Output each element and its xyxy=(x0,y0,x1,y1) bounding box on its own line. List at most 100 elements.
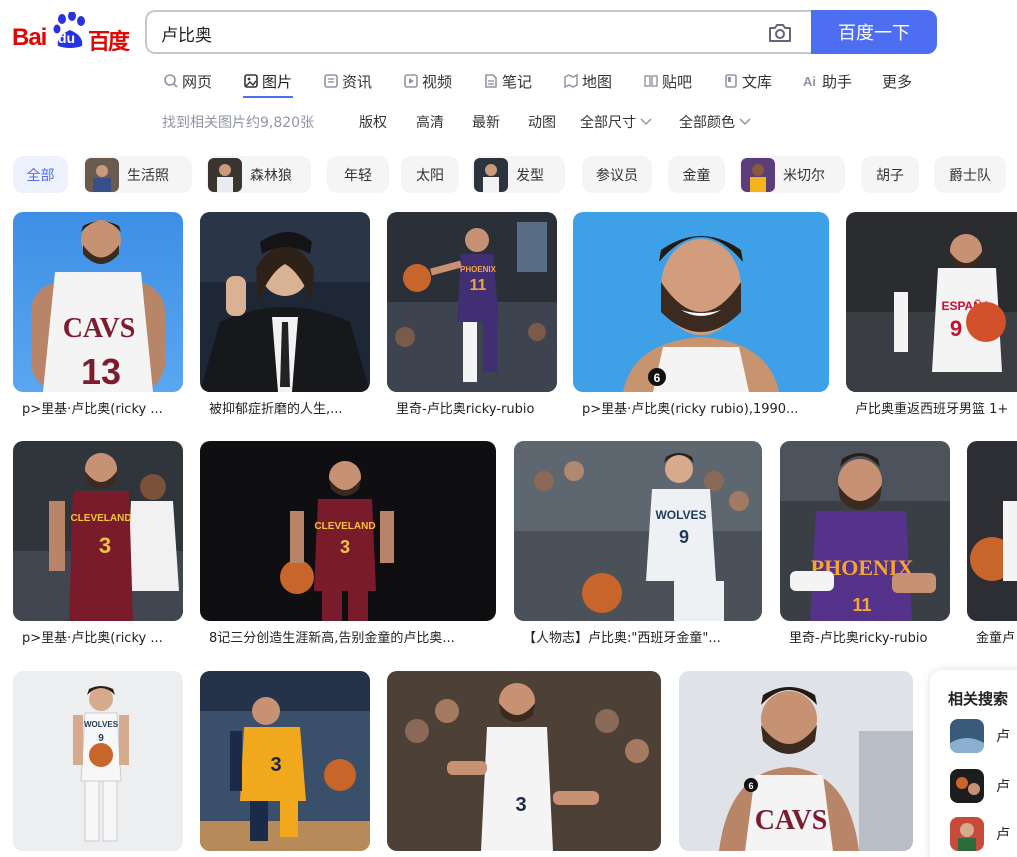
filter-label: 版权 xyxy=(359,115,387,131)
jersey-number: 6 xyxy=(748,781,753,791)
filter-latest[interactable]: 最新 xyxy=(472,112,500,132)
chip-beard[interactable]: 胡子 xyxy=(861,156,919,193)
filter-label: 动图 xyxy=(528,115,556,131)
tab-notes[interactable]: 笔记 xyxy=(483,66,532,96)
camera-icon[interactable] xyxy=(767,21,793,45)
related-search-title: 相关搜索 xyxy=(948,690,1009,708)
image-caption: 被抑郁症折磨的人生,... xyxy=(209,402,343,417)
chip-mitchell[interactable]: 米切尔 xyxy=(739,156,845,193)
chip-label: 爵士队 xyxy=(949,167,991,184)
tab-images[interactable]: 图片 xyxy=(243,66,292,96)
tab-video[interactable]: 视频 xyxy=(403,66,452,96)
tag-chips: 全部 生活照 森林狼 年轻 太阳 发型 参议员 金童 米切尔 胡子 爵士队 xyxy=(0,156,1017,196)
image-caption: p>里基·卢比奥(ricky ... xyxy=(22,402,163,417)
chip-young[interactable]: 年轻 xyxy=(327,156,389,193)
tab-label: 图片 xyxy=(262,72,293,91)
image-result[interactable]: WOLVES 9 xyxy=(13,671,183,851)
baidu-logo[interactable]: Bai du 百度 xyxy=(12,12,130,55)
player-photo: 6 xyxy=(573,212,829,392)
result-thumbnail: CAVS 13 xyxy=(13,212,183,392)
tab-map[interactable]: 地图 xyxy=(563,66,612,96)
related-search-item[interactable]: 卢 xyxy=(950,816,1017,852)
player-photo: 3 xyxy=(200,671,370,851)
jersey-number: 3 xyxy=(340,537,350,557)
search-icon xyxy=(164,74,178,88)
image-result[interactable]: ESPAÑA 9 卢比奥重返西班牙男篮 1+ xyxy=(846,212,1017,422)
jersey-number: 13 xyxy=(81,351,121,392)
filter-copyright[interactable]: 版权 xyxy=(359,112,387,132)
jersey-text: PHOENIX xyxy=(460,265,497,274)
tab-web[interactable]: 网页 xyxy=(163,66,212,96)
player-photo: ESPAÑA 9 xyxy=(846,212,1017,392)
filter-label: 高清 xyxy=(416,115,444,131)
related-label: 卢 xyxy=(996,827,1010,843)
chevron-down-icon xyxy=(739,118,751,126)
chip-thumbnail xyxy=(208,157,242,192)
image-result[interactable]: 3 xyxy=(200,671,370,851)
image-result[interactable]: PHOENIX 11 里奇-卢比奥ricky-rubio xyxy=(780,441,950,651)
image-result[interactable]: CAVS 6 xyxy=(679,671,913,851)
image-result[interactable]: CLEVELAND 3 p>里基·卢比奥(ricky ... xyxy=(13,441,183,651)
related-search-item[interactable]: 卢 xyxy=(950,768,1017,804)
jersey-number: 6 xyxy=(654,371,661,385)
result-thumbnail: 3 xyxy=(387,671,661,851)
library-icon xyxy=(725,74,737,88)
tab-news[interactable]: 资讯 xyxy=(323,66,372,96)
tab-label: 贴吧 xyxy=(662,72,693,91)
tab-assistant[interactable]: Ai 助手 xyxy=(803,66,852,96)
image-caption: p>里基·卢比奥(ricky ... xyxy=(22,631,163,646)
jersey-number: 9 xyxy=(98,733,104,744)
jersey-text: WOLVES xyxy=(655,508,706,522)
image-result[interactable]: CLEVELAND 3 8记三分创造生涯新高,告别金童的卢比奥... xyxy=(200,441,496,651)
result-count: 找到相关图片约9,820张 xyxy=(162,115,315,131)
chip-life[interactable]: 生活照 xyxy=(83,156,192,193)
search-input[interactable] xyxy=(161,20,751,46)
image-result[interactable]: 3 xyxy=(387,671,661,851)
related-label: 卢 xyxy=(996,779,1010,795)
player-photo: CLEVELAND 3 xyxy=(200,441,496,621)
related-thumbnail xyxy=(950,769,984,803)
related-search-item[interactable]: 卢 xyxy=(950,718,1017,754)
logo-text-bai: Bai xyxy=(12,24,47,51)
result-thumbnail: PHOENIX 11 xyxy=(387,212,557,392)
image-result[interactable]: 6 p>里基·卢比奥(ricky rubio),1990... xyxy=(573,212,829,422)
tab-tieba[interactable]: 贴吧 xyxy=(643,66,692,96)
chip-jazz[interactable]: 爵士队 xyxy=(934,156,1006,193)
image-result[interactable]: CAVS 13 p>里基·卢比奥(ricky ... xyxy=(13,212,183,422)
search-button[interactable]: 百度一下 xyxy=(811,10,937,54)
image-icon xyxy=(244,74,258,88)
tab-library[interactable]: 文库 xyxy=(723,66,772,96)
chip-all[interactable]: 全部 xyxy=(13,156,68,193)
player-photo: PHOENIX 11 xyxy=(780,441,950,621)
chip-label: 参议员 xyxy=(596,167,638,184)
filter-size-dropdown[interactable]: 全部尺寸 xyxy=(580,112,652,132)
chip-timberwolves[interactable]: 森林狼 xyxy=(206,156,311,193)
filter-color-dropdown[interactable]: 全部颜色 xyxy=(679,112,751,132)
jersey-text: CAVS xyxy=(63,313,136,344)
filter-animated[interactable]: 动图 xyxy=(528,112,556,132)
tab-more[interactable]: 更多 xyxy=(882,66,912,96)
image-result[interactable]: 被抑郁症折磨的人生,... xyxy=(200,212,370,422)
chip-hairstyle[interactable]: 发型 xyxy=(472,156,565,193)
jersey-number: 3 xyxy=(270,754,281,776)
image-caption: 卢比奥重返西班牙男篮 1+ xyxy=(855,402,1009,417)
filter-hd[interactable]: 高清 xyxy=(416,112,444,132)
tab-label: 助手 xyxy=(822,72,853,91)
chip-suns[interactable]: 太阳 xyxy=(401,156,459,193)
image-result[interactable]: WOLVES 9 【人物志】卢比奥:"西班牙金童"... xyxy=(514,441,762,651)
chip-label: 太阳 xyxy=(416,167,444,184)
result-thumbnail: CLEVELAND 3 xyxy=(200,441,496,621)
tab-label: 更多 xyxy=(882,72,913,91)
chip-senator[interactable]: 参议员 xyxy=(582,156,652,193)
image-result[interactable]: 金童卢 xyxy=(967,441,1017,651)
tab-label: 地图 xyxy=(582,72,613,91)
result-thumbnail: PHOENIX 11 xyxy=(780,441,950,621)
image-result[interactable]: PHOENIX 11 里奇-卢比奥ricky-rubio xyxy=(387,212,557,422)
chip-thumbnail xyxy=(85,157,119,192)
chip-label: 发型 xyxy=(516,167,544,184)
chip-label: 金童 xyxy=(682,167,711,184)
chip-golden-boy[interactable]: 金童 xyxy=(668,156,725,193)
result-thumbnail: 3 xyxy=(200,671,370,851)
result-thumbnail xyxy=(200,212,370,392)
filter-label: 全部颜色 xyxy=(679,115,735,131)
